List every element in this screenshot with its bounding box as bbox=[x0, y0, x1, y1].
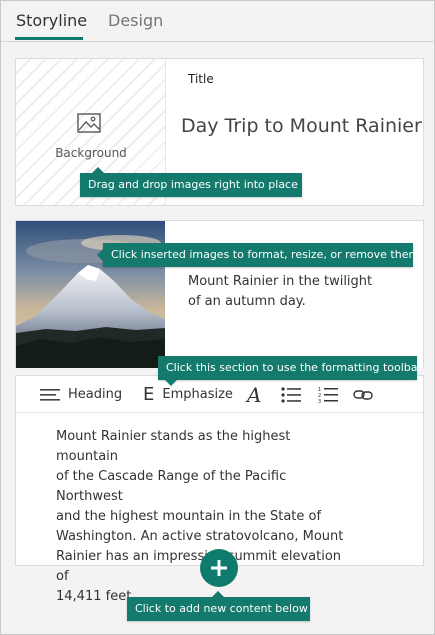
add-content-button[interactable] bbox=[200, 549, 238, 587]
background-label: Background bbox=[55, 146, 127, 160]
link-icon bbox=[353, 389, 373, 400]
tooltip-arrow bbox=[165, 380, 177, 386]
tab-storyline[interactable]: Storyline bbox=[16, 11, 87, 30]
caption-line: of an autumn day. bbox=[188, 294, 306, 309]
numbered-list-icon: 1 2 3 bbox=[318, 387, 338, 404]
heading-button[interactable]: Heading bbox=[40, 376, 122, 413]
sway-storyline-panel: Storyline Design Background Title Day Tr… bbox=[0, 0, 435, 635]
emphasize-button[interactable]: E Emphasize bbox=[143, 376, 233, 413]
active-tab-indicator bbox=[15, 37, 83, 40]
text-card[interactable]: Heading E Emphasize A 1 2 3 Mount Rainie… bbox=[15, 375, 424, 604]
heading-icon bbox=[40, 388, 60, 401]
emphasize-icon: E bbox=[143, 384, 155, 405]
svg-text:3: 3 bbox=[318, 399, 321, 404]
bulleted-list-button[interactable] bbox=[281, 376, 301, 413]
title-text[interactable]: Day Trip to Mount Rainier bbox=[181, 115, 422, 137]
body-line: and the highest mountain in the State of bbox=[56, 509, 322, 524]
link-button[interactable] bbox=[353, 376, 373, 413]
body-line: Washington. An active stratovolcano, Mou… bbox=[56, 529, 344, 544]
bulleted-list-icon bbox=[281, 386, 301, 403]
caption-line: Mount Rainier in the twilight bbox=[188, 274, 373, 289]
tooltip-formatting-toolbar: Click this section to use the formatting… bbox=[158, 356, 422, 380]
body-line: Mount Rainier stands as the highest moun… bbox=[56, 429, 291, 464]
tooltip-add-content: Click to add new content below bbox=[127, 597, 310, 621]
font-style-button[interactable]: A bbox=[247, 376, 261, 413]
tooltip-inserted-images: Click inserted images to format, resize,… bbox=[103, 243, 419, 267]
tab-design[interactable]: Design bbox=[108, 11, 163, 30]
tab-bar: Storyline Design bbox=[1, 1, 434, 42]
body-line: of the Cascade Range of the Pacific Nort… bbox=[56, 469, 287, 504]
numbered-list-button[interactable]: 1 2 3 bbox=[318, 376, 338, 413]
formatting-toolbar: Heading E Emphasize A 1 2 3 bbox=[16, 376, 423, 413]
image-icon bbox=[77, 113, 101, 133]
heading-label: Heading bbox=[68, 387, 123, 402]
font-style-icon: A bbox=[247, 382, 262, 407]
image-caption[interactable]: Mount Rainier in the twilight of an autu… bbox=[188, 272, 378, 312]
tooltip-drag-drop: Drag and drop images right into place bbox=[80, 173, 302, 197]
title-field-label: Title bbox=[188, 72, 214, 86]
emphasize-label: Emphasize bbox=[162, 387, 233, 402]
plus-icon bbox=[211, 560, 227, 576]
